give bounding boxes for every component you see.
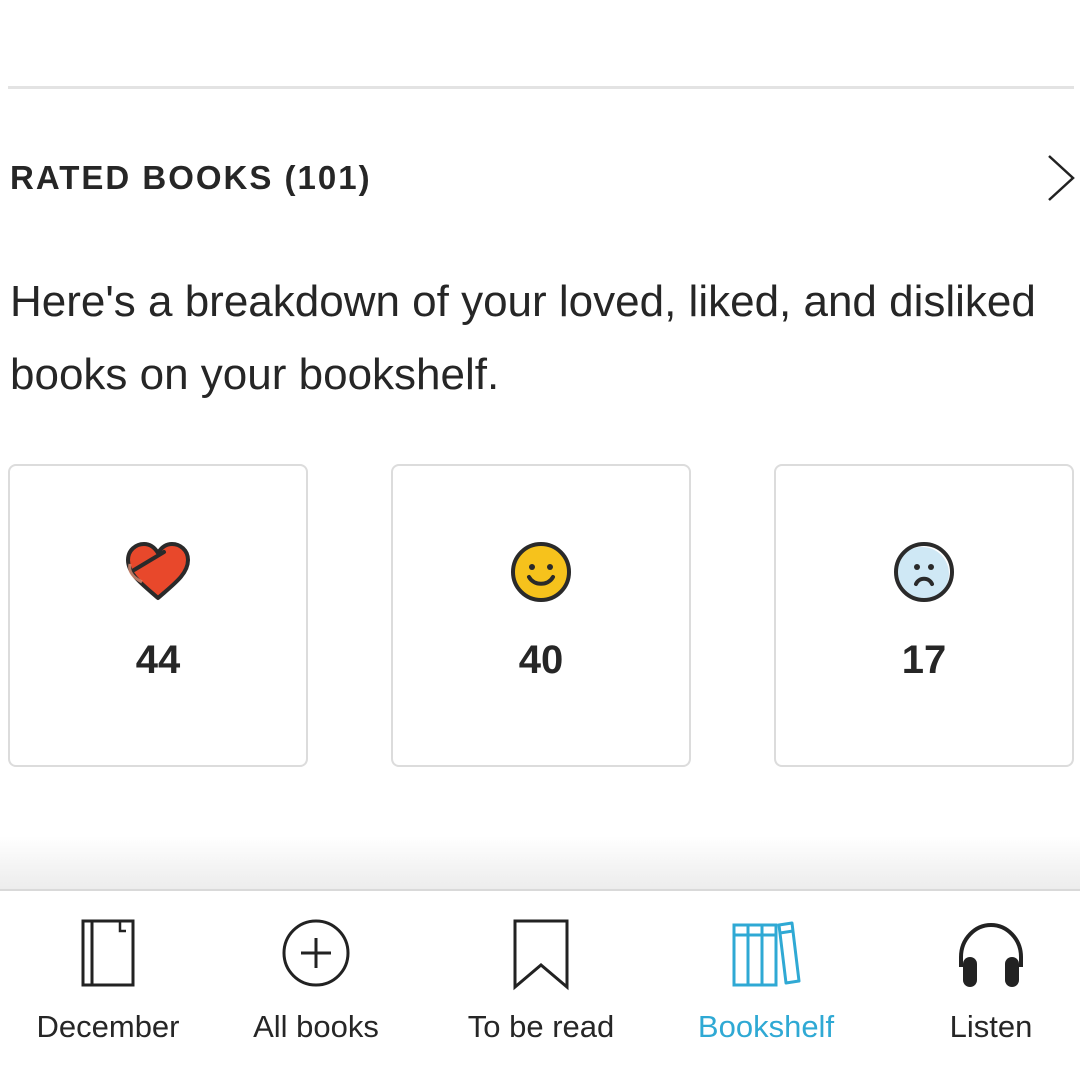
rated-books-header[interactable]: RATED BOOKS (101) (10, 150, 1076, 206)
section-title: RATED BOOKS (101) (10, 159, 372, 196)
tab-bookshelf[interactable]: Bookshelf (658, 891, 874, 1080)
tab-label: Listen (949, 1009, 1033, 1044)
heart-icon (122, 540, 194, 604)
bottom-tab-bar: December All books To be read Bookshelf … (0, 889, 1080, 1080)
top-divider (8, 86, 1074, 89)
rated-books-screen: RATED BOOKS (101) Here's a breakdown of … (0, 0, 1080, 1080)
chevron-right-icon[interactable] (1036, 150, 1076, 206)
tab-all-books[interactable]: All books (208, 891, 424, 1080)
section-description: Here's a breakdown of your loved, liked,… (10, 277, 1036, 399)
tab-label: Bookshelf (697, 1009, 835, 1044)
rating-cards: 44 40 17 (8, 464, 1076, 767)
loved-card[interactable]: 44 (8, 464, 308, 767)
tab-label: All books (253, 1009, 379, 1044)
bookshelf-icon (726, 919, 806, 991)
tab-december[interactable]: December (0, 891, 216, 1080)
bookmark-icon (501, 919, 581, 991)
plus-circle-icon (276, 919, 356, 991)
tab-label: To be read (467, 1009, 615, 1044)
liked-count: 40 (518, 638, 564, 682)
notebook-icon (68, 919, 148, 991)
disliked-card[interactable]: 17 (774, 464, 1074, 767)
tab-to-be-read[interactable]: To be read (433, 891, 649, 1080)
frown-icon (888, 540, 960, 604)
headphones-icon (951, 919, 1031, 991)
smiley-icon (505, 540, 577, 604)
tab-listen[interactable]: Listen (883, 891, 1080, 1080)
loved-count: 44 (135, 638, 181, 682)
tab-bar-shadow (0, 836, 1080, 890)
disliked-count: 17 (901, 638, 947, 682)
liked-card[interactable]: 40 (391, 464, 691, 767)
